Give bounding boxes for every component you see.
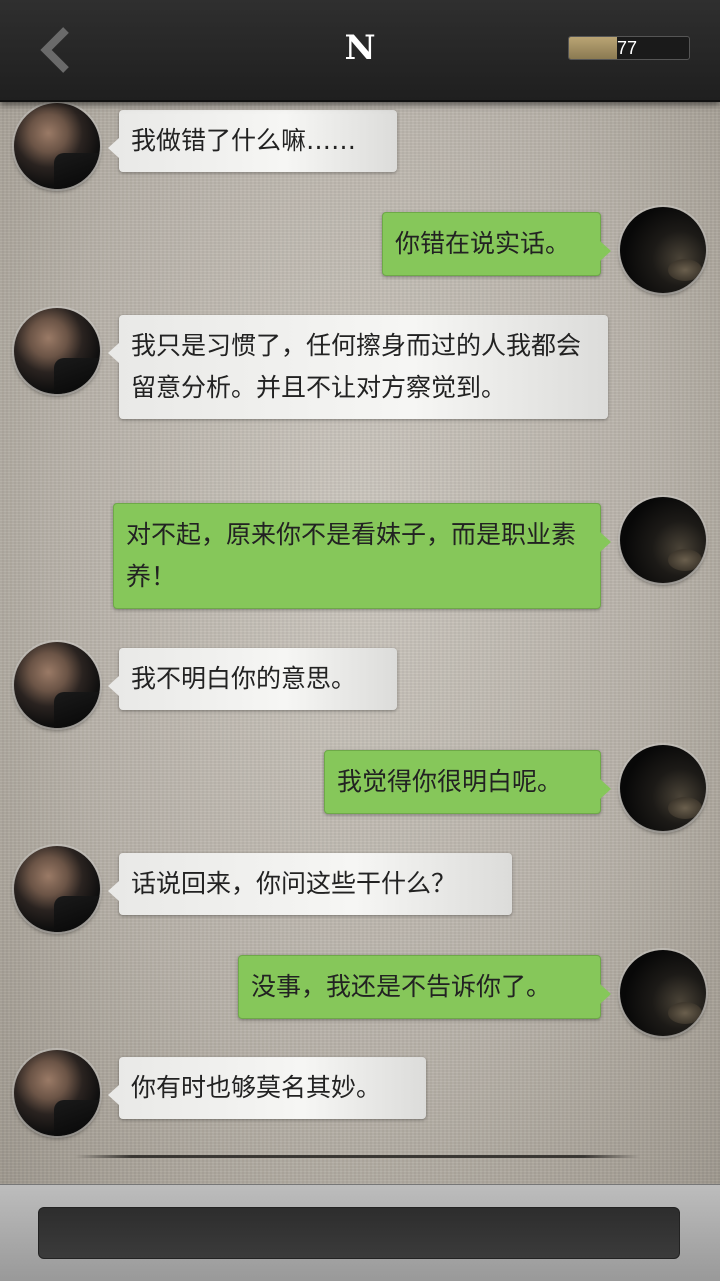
outgoing-message-bubble[interactable]: 我觉得你很明白呢。 [324,750,611,814]
battery-indicator: 77 [568,36,690,60]
contact-avatar[interactable] [14,642,100,728]
outgoing-message-bubble[interactable]: 没事，我还是不告诉你了。 [238,955,611,1019]
contact-avatar[interactable] [14,308,100,394]
top-bar: N 77 [0,0,720,102]
contact-avatar[interactable] [14,1050,100,1136]
user-avatar[interactable] [620,207,706,293]
battery-fill [569,37,617,59]
incoming-message-bubble[interactable]: 我做错了什么嘛…… [108,110,397,172]
contact-avatar[interactable] [14,846,100,932]
composer-bar [0,1184,720,1281]
user-avatar[interactable] [620,745,706,831]
outgoing-message-bubble[interactable]: 对不起，原来你不是看妹子，而是职业素养！ [113,503,611,609]
user-avatar[interactable] [620,950,706,1036]
incoming-message-bubble[interactable]: 话说回来，你问这些干什么？ [108,853,512,915]
chat-background [0,100,720,1184]
incoming-message-bubble[interactable]: 我不明白你的意思。 [108,648,397,710]
incoming-message-bubble[interactable]: 你有时也够莫名其妙。 [108,1057,426,1119]
divider [75,1155,640,1158]
incoming-message-bubble[interactable]: 我只是习惯了，任何擦身而过的人我都会留意分析。并且不让对方察觉到。 [108,315,608,419]
contact-avatar[interactable] [14,103,100,189]
user-avatar[interactable] [620,497,706,583]
outgoing-message-bubble[interactable]: 你错在说实话。 [382,212,611,276]
message-input[interactable] [38,1207,680,1259]
battery-value: 77 [617,38,638,58]
